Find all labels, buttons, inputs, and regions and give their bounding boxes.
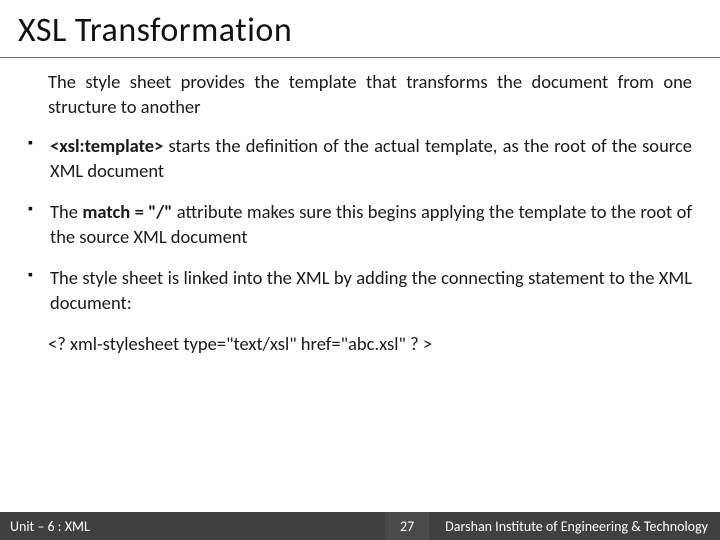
bullet-list: <xsl:template> starts the definition of … — [28, 134, 692, 316]
bullet-bold-prefix: <xsl:template> — [50, 134, 163, 157]
list-item: The match = "/" attribute makes sure thi… — [28, 200, 692, 250]
footer-bar: Unit – 6 : XML 27 Darshan Institute of E… — [0, 512, 720, 540]
slide-title: XSL Transformation — [0, 0, 720, 57]
list-item: <xsl:template> starts the definition of … — [28, 134, 692, 184]
bullet-text: The style sheet is linked into the XML b… — [50, 266, 692, 314]
lead-paragraph: The style sheet provides the template th… — [48, 70, 692, 120]
bullet-bold-mid: match = "/" — [82, 200, 172, 223]
footer-unit: Unit – 6 : XML — [0, 518, 90, 535]
footer-page-box: 27 — [385, 512, 429, 540]
code-line: <? xml-stylesheet type="text/xsl" href="… — [48, 332, 692, 355]
slide: XSL Transformation The style sheet provi… — [0, 0, 720, 540]
list-item: The style sheet is linked into the XML b… — [28, 266, 692, 316]
slide-content: The style sheet provides the template th… — [0, 58, 720, 540]
footer-page-number: 27 — [400, 518, 414, 535]
footer-institute: Darshan Institute of Engineering & Techn… — [429, 518, 720, 535]
bullet-text-pre: The — [50, 200, 82, 223]
